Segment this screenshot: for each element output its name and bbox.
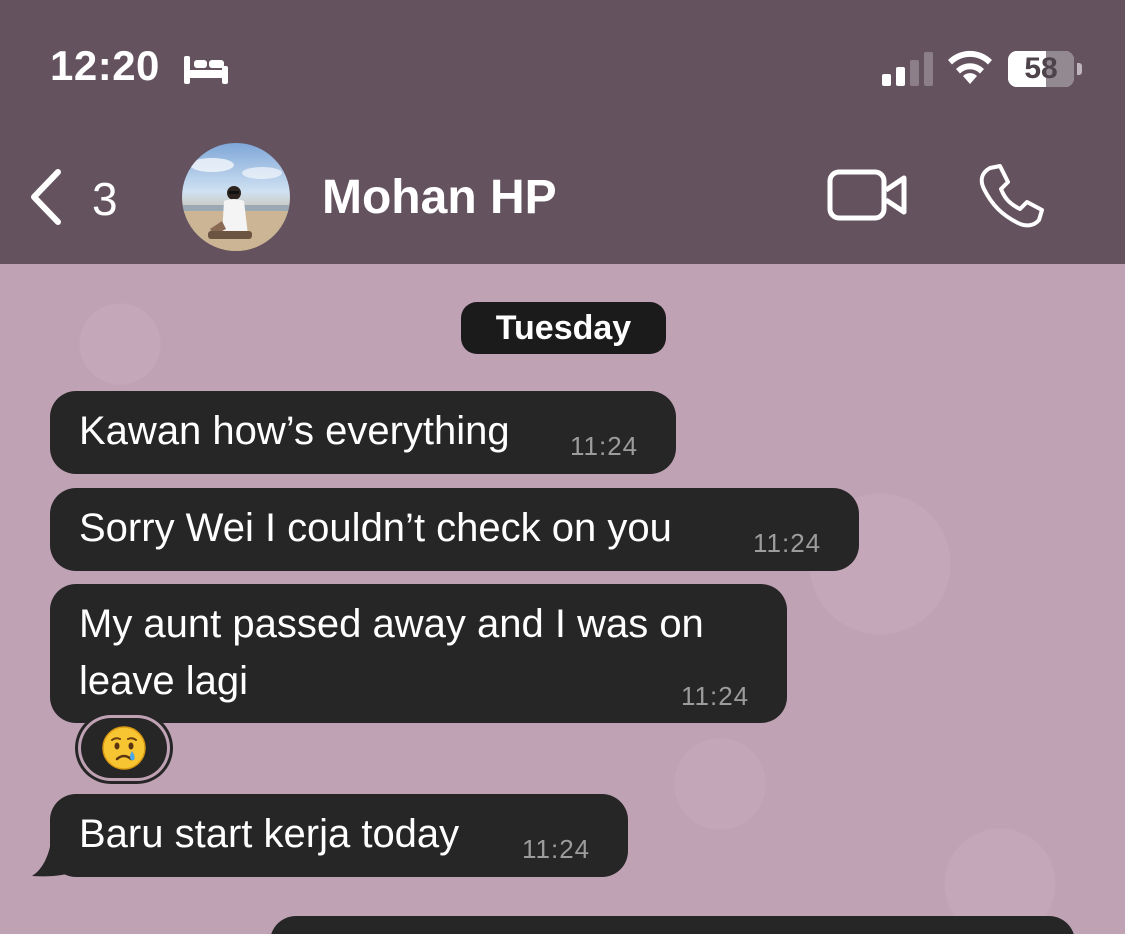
contact-name[interactable]: Mohan HP: [322, 170, 557, 225]
back-button[interactable]: 3: [24, 160, 134, 232]
message-bubble[interactable]: My aunt passed away and I was on leave l…: [50, 584, 787, 723]
message-bubble[interactable]: Sorry Wei I couldn’t check on you 11:24: [50, 488, 859, 571]
message-text: leave lagi: [79, 659, 249, 703]
video-camera-icon[interactable]: [826, 166, 910, 224]
signal-strength-icon: [882, 52, 933, 86]
message-time: 11:24: [681, 681, 750, 711]
message-bubble[interactable]: Kawan how’s everything 11:24: [50, 391, 676, 474]
date-separator: Tuesday: [461, 302, 666, 354]
unread-count: 3: [92, 173, 118, 225]
message-text: My aunt passed away and I was on: [79, 602, 704, 646]
wifi-icon: [948, 50, 992, 84]
phone-icon[interactable]: [976, 162, 1044, 230]
status-time: 12:20: [50, 42, 160, 89]
crying-face-emoji: [102, 726, 146, 770]
message-reaction[interactable]: [78, 715, 170, 781]
contact-avatar[interactable]: [182, 143, 290, 251]
chat-screen: 12:20 58 3 Mohan HP Tuesday Kawan how’s …: [0, 0, 1125, 934]
message-text: Sorry Wei I couldn’t check on you: [79, 506, 672, 550]
message-time: 11:24: [522, 834, 591, 864]
battery-level: 58: [1024, 52, 1058, 85]
bed-icon: [184, 56, 228, 84]
battery-tip: [1077, 63, 1082, 75]
message-bubble-partial[interactable]: [270, 916, 1075, 934]
message-time: 11:24: [753, 528, 822, 558]
chat-header: 12:20 58 3 Mohan HP: [0, 0, 1125, 264]
battery-indicator: 58: [1008, 51, 1074, 87]
message-time: 11:24: [570, 431, 639, 461]
message-text: Baru start kerja today: [79, 812, 460, 856]
chevron-left-icon: [31, 169, 61, 225]
message-text: Kawan how’s everything: [79, 409, 510, 453]
avatar-photo: [182, 158, 290, 251]
message-bubble[interactable]: Baru start kerja today 11:24: [50, 794, 628, 877]
